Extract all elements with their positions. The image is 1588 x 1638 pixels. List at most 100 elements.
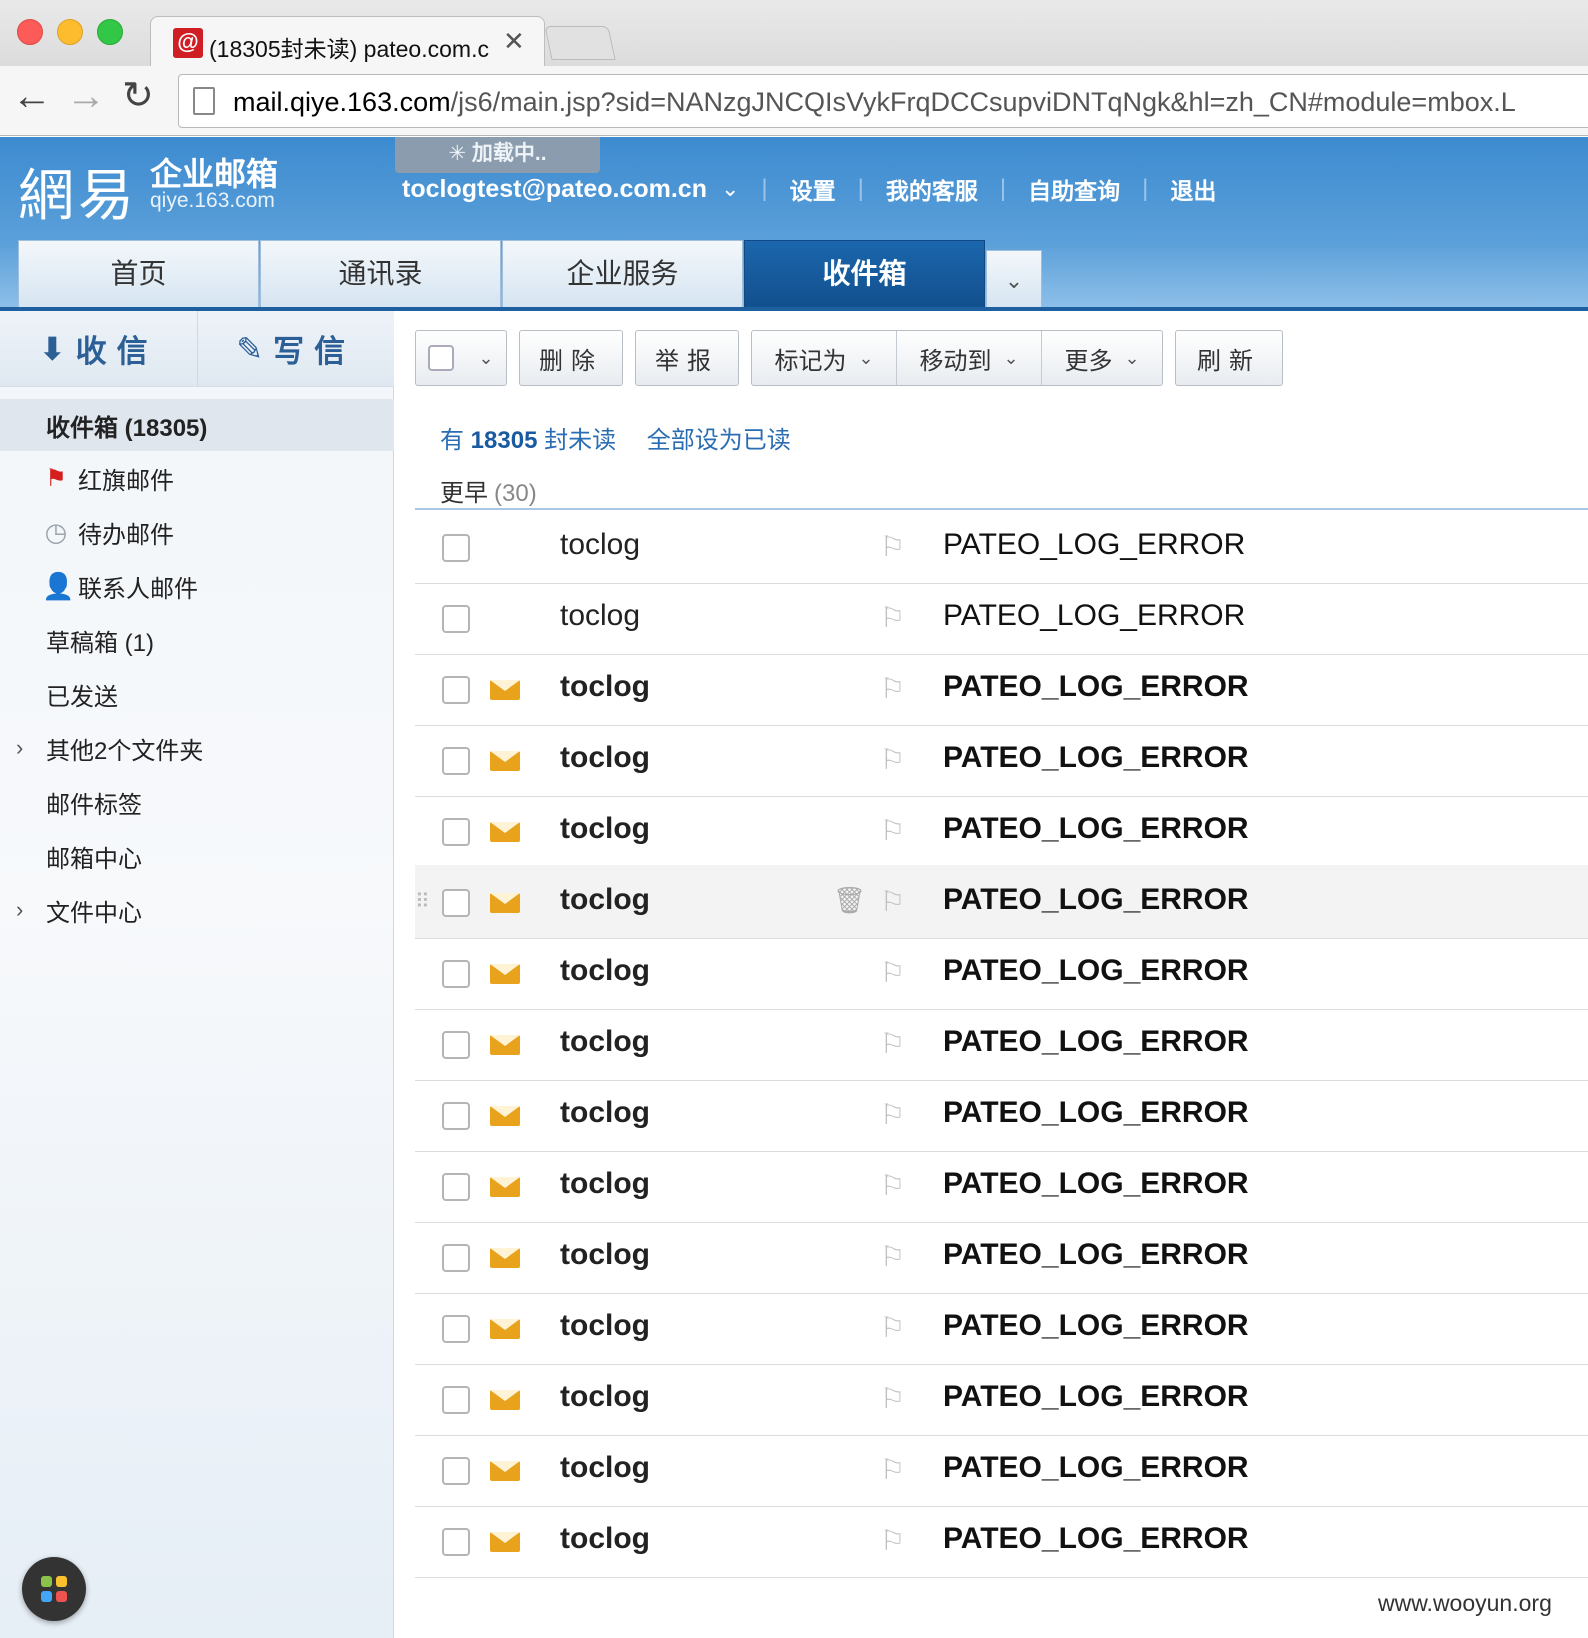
mail-row[interactable]: toclog ⚐ PATEO_LOG_ERROR xyxy=(415,652,1588,726)
netease-logo[interactable]: 網易 xyxy=(18,151,138,232)
tab-contacts[interactable]: 通讯录 xyxy=(260,240,501,310)
mail-subject[interactable]: PATEO_LOG_ERROR xyxy=(943,1309,1249,1343)
flag-icon[interactable]: ⚐ xyxy=(880,743,905,776)
mail-row[interactable]: toclog ⚐ PATEO_LOG_ERROR xyxy=(415,1220,1588,1294)
flag-icon[interactable]: ⚐ xyxy=(880,1240,905,1273)
compose-button[interactable]: ✎ 写信 xyxy=(198,311,395,386)
flag-icon[interactable]: ⚐ xyxy=(880,601,905,634)
row-checkbox[interactable] xyxy=(442,889,470,917)
move-to-dropdown[interactable]: 移动到 ⌄ xyxy=(897,331,1042,385)
logout-link[interactable]: 退出 xyxy=(1170,172,1216,206)
flag-icon[interactable]: ⚐ xyxy=(880,885,905,918)
mail-sender[interactable]: toclog xyxy=(560,1238,650,1272)
flag-icon[interactable]: ⚐ xyxy=(880,672,905,705)
row-checkbox[interactable] xyxy=(442,1386,470,1414)
sidebar-item-todo[interactable]: ◷ 待办邮件 xyxy=(0,506,394,558)
mail-row[interactable]: toclog ⚐ PATEO_LOG_ERROR xyxy=(415,581,1588,655)
mail-subject[interactable]: PATEO_LOG_ERROR xyxy=(943,528,1245,562)
mark-as-dropdown[interactable]: 标记为 ⌄ xyxy=(752,331,897,385)
mail-subject[interactable]: PATEO_LOG_ERROR xyxy=(943,1167,1249,1201)
sidebar-item-contact-mail[interactable]: 👤 联系人邮件 xyxy=(0,560,394,612)
mail-subject[interactable]: PATEO_LOG_ERROR xyxy=(943,1025,1249,1059)
forward-arrow-icon[interactable]: → xyxy=(66,76,106,116)
chevron-down-icon[interactable]: ⌄ xyxy=(721,176,739,202)
mail-subject[interactable]: PATEO_LOG_ERROR xyxy=(943,1096,1249,1130)
address-bar[interactable]: mail.qiye.163.com/js6/main.jsp?sid=NANzg… xyxy=(178,74,1588,128)
mail-sender[interactable]: toclog xyxy=(560,1451,650,1485)
mark-all-read-link[interactable]: 全部设为已读 xyxy=(647,427,791,454)
new-tab-button[interactable] xyxy=(544,26,616,60)
mail-subject[interactable]: PATEO_LOG_ERROR xyxy=(943,1380,1249,1414)
mail-row[interactable]: toclog ⚐ PATEO_LOG_ERROR xyxy=(415,1078,1588,1152)
row-checkbox[interactable] xyxy=(442,1031,470,1059)
row-checkbox[interactable] xyxy=(442,818,470,846)
delete-button[interactable]: 删除 xyxy=(519,330,623,386)
flag-icon[interactable]: ⚐ xyxy=(880,1453,905,1486)
row-checkbox[interactable] xyxy=(442,605,470,633)
back-arrow-icon[interactable]: ← xyxy=(12,76,52,116)
mail-sender[interactable]: toclog xyxy=(560,670,650,704)
flag-icon[interactable]: ⚐ xyxy=(880,1169,905,1202)
row-checkbox[interactable] xyxy=(442,1244,470,1272)
row-checkbox[interactable] xyxy=(442,534,470,562)
reload-icon[interactable]: ↻ xyxy=(122,76,154,116)
mail-row[interactable]: toclog ⚐ PATEO_LOG_ERROR xyxy=(415,1291,1588,1365)
zoom-window-button[interactable] xyxy=(97,19,123,45)
sidebar-item-drafts[interactable]: 草稿箱 (1) xyxy=(0,614,394,666)
mail-sender[interactable]: toclog xyxy=(560,1167,650,1201)
user-email[interactable]: toclogtest@pateo.com.cn xyxy=(402,175,707,204)
row-checkbox[interactable] xyxy=(442,1457,470,1485)
close-window-button[interactable] xyxy=(17,19,43,45)
row-checkbox[interactable] xyxy=(442,1173,470,1201)
mail-row[interactable]: toclog ⚐ PATEO_LOG_ERROR xyxy=(415,1149,1588,1223)
minimize-window-button[interactable] xyxy=(57,19,83,45)
mail-subject[interactable]: PATEO_LOG_ERROR xyxy=(943,1522,1249,1556)
flag-icon[interactable]: ⚐ xyxy=(880,956,905,989)
mail-sender[interactable]: toclog xyxy=(560,599,640,633)
sidebar-item-mail-tags[interactable]: 邮件标签 xyxy=(0,776,394,828)
receive-mail-button[interactable]: ⬇ 收信 xyxy=(0,311,198,386)
mail-row[interactable]: toclog ⚐ PATEO_LOG_ERROR xyxy=(415,1362,1588,1436)
self-service-link[interactable]: 自助查询 xyxy=(1028,172,1120,206)
mail-sender[interactable]: toclog xyxy=(560,954,650,988)
mail-sender[interactable]: toclog xyxy=(560,741,650,775)
flag-icon[interactable]: ⚐ xyxy=(880,1098,905,1131)
mail-sender[interactable]: toclog xyxy=(560,1522,650,1556)
flag-icon[interactable]: ⚐ xyxy=(880,1311,905,1344)
flag-icon[interactable]: ⚐ xyxy=(880,814,905,847)
mail-subject[interactable]: PATEO_LOG_ERROR xyxy=(943,1451,1249,1485)
browser-tab[interactable]: @ (18305封未读) pateo.com.cn ✕ xyxy=(150,16,545,68)
row-checkbox[interactable] xyxy=(442,1528,470,1556)
chevron-right-icon[interactable]: › xyxy=(16,735,23,761)
tab-home[interactable]: 首页 xyxy=(18,240,259,310)
sidebar-item-other-folders[interactable]: › 其他2个文件夹 xyxy=(0,722,394,774)
tab-inbox[interactable]: 收件箱 xyxy=(744,240,985,310)
app-launcher-button[interactable] xyxy=(22,1557,86,1621)
more-tabs-chevron-icon[interactable]: ⌄ xyxy=(986,250,1042,310)
mail-subject[interactable]: PATEO_LOG_ERROR xyxy=(943,599,1245,633)
flag-icon[interactable]: ⚐ xyxy=(880,1027,905,1060)
tab-enterprise-services[interactable]: 企业服务 xyxy=(502,240,743,310)
row-checkbox[interactable] xyxy=(442,1315,470,1343)
mail-row[interactable]: toclog ⚐ PATEO_LOG_ERROR xyxy=(415,936,1588,1010)
flag-icon[interactable]: ⚐ xyxy=(880,1382,905,1415)
mail-row[interactable]: toclog ⚐ PATEO_LOG_ERROR xyxy=(415,1007,1588,1081)
mail-subject[interactable]: PATEO_LOG_ERROR xyxy=(943,954,1249,988)
mail-sender[interactable]: toclog xyxy=(560,812,650,846)
mail-subject[interactable]: PATEO_LOG_ERROR xyxy=(943,741,1249,775)
sidebar-item-file-center[interactable]: › 文件中心 xyxy=(0,884,394,936)
mail-sender[interactable]: toclog xyxy=(560,1309,650,1343)
mail-sender[interactable]: toclog xyxy=(560,528,640,562)
select-all-dropdown[interactable]: ⌄ xyxy=(415,330,507,386)
mail-row[interactable]: toclog ⚐ PATEO_LOG_ERROR xyxy=(415,510,1588,584)
chevron-right-icon[interactable]: › xyxy=(16,897,23,923)
sidebar-item-mailbox-center[interactable]: 邮箱中心 xyxy=(0,830,394,882)
mail-sender[interactable]: toclog xyxy=(560,1025,650,1059)
customer-service-link[interactable]: 我的客服 xyxy=(886,172,978,206)
mail-subject[interactable]: PATEO_LOG_ERROR xyxy=(943,1238,1249,1272)
url-text[interactable]: mail.qiye.163.com/js6/main.jsp?sid=NANzg… xyxy=(233,87,1516,118)
mail-row[interactable]: toclog ⚐ PATEO_LOG_ERROR xyxy=(415,723,1588,797)
drag-handle-icon[interactable]: ⠿ xyxy=(415,889,430,914)
mail-subject[interactable]: PATEO_LOG_ERROR xyxy=(943,883,1249,917)
mail-sender[interactable]: toclog xyxy=(560,1380,650,1414)
